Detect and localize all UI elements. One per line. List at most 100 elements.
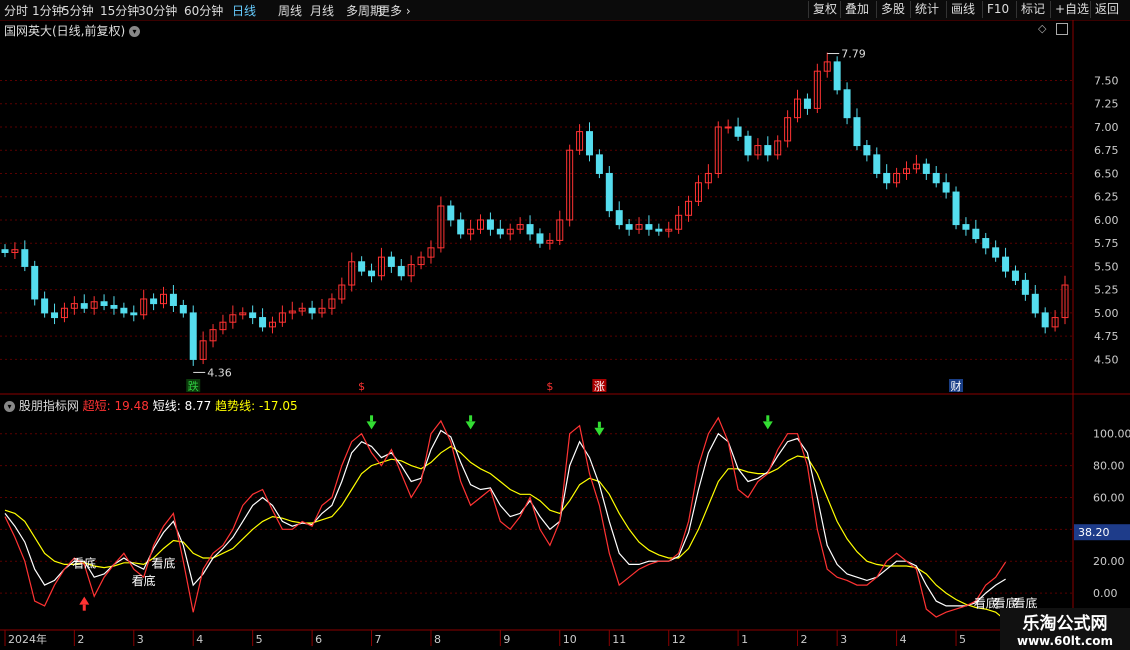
toolbar-button-5[interactable]: F10 bbox=[982, 1, 1013, 18]
watermark-title: 乐淘公式网 bbox=[1022, 614, 1108, 634]
candle-body-67 bbox=[665, 228, 673, 232]
candle-body-6 bbox=[60, 307, 68, 319]
main-ytick-11: 7.25 bbox=[1094, 98, 1119, 111]
candle-body-12 bbox=[120, 307, 128, 314]
tab-0[interactable]: 分时 bbox=[4, 2, 28, 19]
time-label-3: 4 bbox=[196, 633, 203, 646]
signal-arrow-3 bbox=[762, 421, 773, 430]
indicator-value-0: 超短: 19.48 bbox=[82, 399, 149, 413]
candle-body-93 bbox=[922, 163, 930, 174]
candle-body-37 bbox=[368, 270, 376, 277]
low-label: 4.36 bbox=[207, 366, 232, 379]
candle-body-64 bbox=[635, 224, 643, 230]
time-label-5: 6 bbox=[315, 633, 322, 646]
candle-body-55 bbox=[546, 239, 554, 244]
event-marker-bg-3 bbox=[592, 379, 607, 392]
tab-2[interactable]: 5分钟 bbox=[62, 2, 94, 19]
toolbar-button-4[interactable]: 画线 bbox=[946, 1, 979, 18]
candle-body-34 bbox=[338, 284, 346, 300]
toolbar-button-6[interactable]: 标记 bbox=[1016, 1, 1049, 18]
event-marker-bg-0 bbox=[186, 379, 201, 392]
candle-body-8 bbox=[80, 303, 88, 309]
diamond-icon[interactable]: ◇ bbox=[1038, 22, 1046, 35]
candle-body-5 bbox=[51, 312, 59, 319]
tab-10[interactable]: 更多 › bbox=[378, 2, 411, 19]
tab-3[interactable]: 15分钟 bbox=[100, 2, 139, 19]
candle-body-24 bbox=[239, 312, 247, 316]
candle-body-107 bbox=[1061, 284, 1069, 319]
candle-body-77 bbox=[764, 145, 772, 156]
bottom-signal-label-2: 看底 bbox=[151, 556, 175, 571]
time-label-11: 12 bbox=[672, 633, 686, 646]
main-ytick-6: 6.00 bbox=[1094, 214, 1119, 227]
candle-body-62 bbox=[615, 210, 623, 226]
candle-body-50 bbox=[496, 228, 504, 235]
candle-body-53 bbox=[526, 224, 534, 235]
main-ytick-1: 4.75 bbox=[1094, 330, 1119, 343]
candle-body-21 bbox=[209, 329, 217, 342]
dropdown-chevron-icon[interactable]: ▾ bbox=[129, 26, 141, 37]
indicator-header: ▾ 股朋指标网 超短: 19.48 短线: 8.77 趋势线: -17.05 bbox=[4, 397, 298, 414]
tab-5[interactable]: 60分钟 bbox=[184, 2, 223, 19]
candle-body-83 bbox=[823, 61, 831, 72]
close-panel-icon[interactable] bbox=[1056, 23, 1068, 35]
time-label-12: 1 bbox=[741, 633, 748, 646]
candle-body-51 bbox=[506, 228, 514, 235]
candle-body-82 bbox=[813, 70, 821, 109]
signal-arrow-stem-1 bbox=[469, 415, 473, 422]
high-label: 7.79 bbox=[841, 48, 866, 61]
time-label-0: 2024年 bbox=[8, 632, 47, 646]
candle-body-20 bbox=[199, 340, 207, 360]
tab-7[interactable]: 周线 bbox=[278, 2, 302, 19]
candle-body-103 bbox=[1021, 279, 1029, 295]
indicator-name: 股朋指标网 bbox=[18, 399, 79, 413]
watermark: 乐淘公式网 www.60lt.com bbox=[1000, 608, 1130, 650]
toolbar-button-8[interactable]: 返回 bbox=[1090, 1, 1123, 18]
ind-ytick-2: 40.00 bbox=[1093, 523, 1125, 536]
candle-body-47 bbox=[467, 228, 475, 235]
toolbar-button-7[interactable]: +自选 bbox=[1050, 1, 1093, 18]
candle-body-15 bbox=[150, 298, 158, 305]
candle-body-4 bbox=[41, 298, 49, 314]
candle-body-10 bbox=[100, 301, 108, 306]
candle-body-95 bbox=[942, 182, 950, 193]
indicator-values: 超短: 19.48 短线: 8.77 趋势线: -17.05 bbox=[83, 399, 298, 413]
signal-arrow-stem-0 bbox=[370, 415, 374, 422]
candle-body-97 bbox=[962, 224, 970, 230]
tab-1[interactable]: 1分钟 bbox=[32, 2, 64, 19]
candle-body-29 bbox=[288, 310, 296, 314]
candle-body-101 bbox=[1002, 256, 1010, 272]
candle-body-3 bbox=[31, 265, 39, 300]
tab-6[interactable]: 日线 bbox=[232, 2, 256, 19]
candle-body-28 bbox=[278, 312, 286, 323]
time-label-4: 5 bbox=[256, 633, 263, 646]
indicator-line-1 bbox=[4, 429, 1006, 607]
candle-body-98 bbox=[972, 228, 980, 240]
time-label-1: 2 bbox=[77, 633, 84, 646]
candle-body-16 bbox=[160, 293, 168, 305]
tab-9[interactable]: 多周期 bbox=[346, 2, 382, 19]
signal-arrow-1 bbox=[465, 421, 476, 430]
bottom-signal-label-0: 看底 bbox=[72, 556, 96, 571]
candle-body-89 bbox=[883, 172, 891, 184]
toolbar-button-0[interactable]: 复权 bbox=[808, 1, 841, 18]
ind-ytick-0: 0.00 bbox=[1093, 587, 1118, 600]
candle-body-92 bbox=[912, 163, 920, 170]
candle-body-66 bbox=[655, 228, 663, 232]
candle-body-59 bbox=[585, 131, 593, 156]
main-chart-title: 国网英大(日线,前复权) ▾ bbox=[4, 22, 141, 39]
candle-body-22 bbox=[219, 321, 227, 331]
candle-body-40 bbox=[397, 265, 405, 277]
time-label-15: 4 bbox=[900, 633, 907, 646]
toolbar-button-1[interactable]: 叠加 bbox=[840, 1, 873, 18]
candle-body-54 bbox=[536, 233, 544, 244]
candle-body-36 bbox=[358, 261, 366, 272]
indicator-value-2: 趋势线: -17.05 bbox=[211, 399, 298, 413]
toolbar-button-3[interactable]: 统计 bbox=[910, 1, 943, 18]
candle-body-105 bbox=[1041, 312, 1049, 328]
tab-4[interactable]: 30分钟 bbox=[138, 2, 177, 19]
toolbar-button-2[interactable]: 多股 bbox=[876, 1, 909, 18]
candle-body-81 bbox=[803, 98, 811, 109]
tab-8[interactable]: 月线 bbox=[310, 2, 334, 19]
indicator-settings-icon[interactable]: ▾ bbox=[4, 401, 15, 412]
